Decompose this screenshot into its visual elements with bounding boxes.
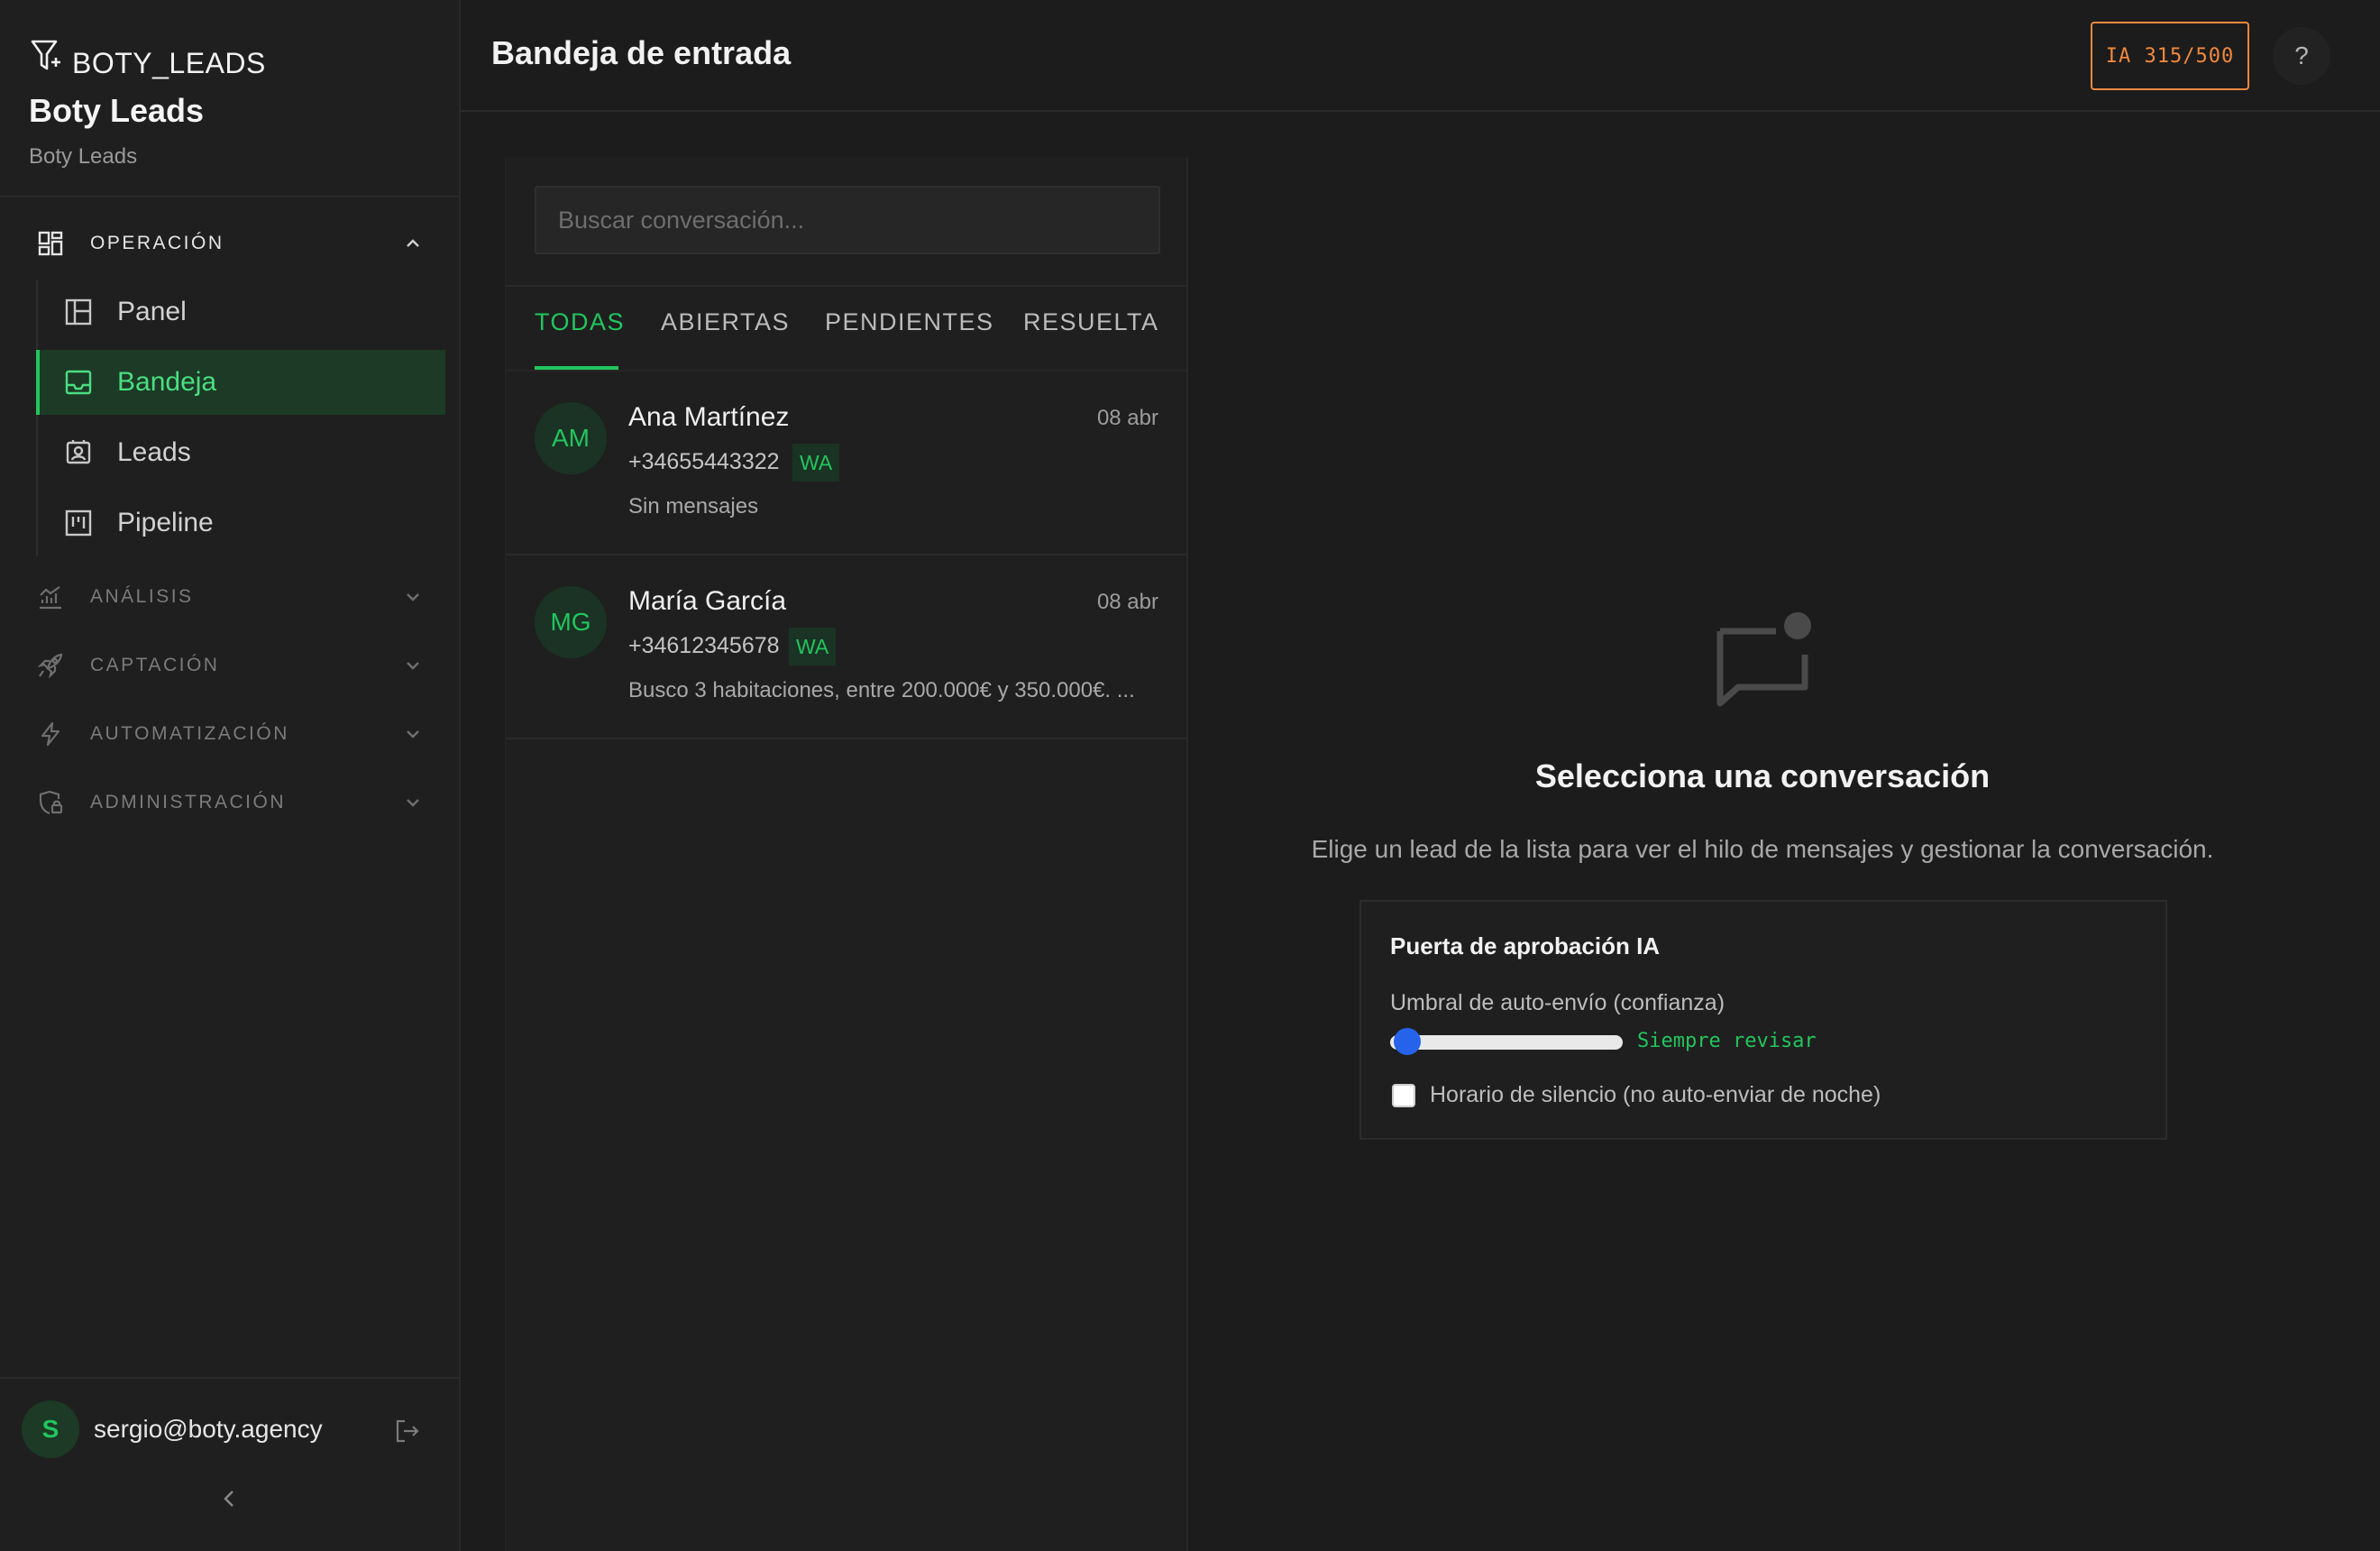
conversation-date: 08 abr [1096,406,1158,430]
rocket-icon [36,651,65,680]
dashboard-grid-icon [36,229,65,258]
brand-logo-text: BOTY_LEADS [72,47,266,79]
section-administracion[interactable]: ADMINISTRACIÓN [36,780,424,825]
page-title: Bandeja de entrada [491,34,792,71]
chevron-down-icon [407,799,419,807]
kanban-icon [63,508,94,538]
empty-state-description: Elige un lead de la lista para ver el hi… [1311,835,2214,863]
section-automatizacion[interactable]: AUTOMATIZACIÓN [36,711,424,757]
chevron-down-icon [407,730,419,739]
user-avatar[interactable]: S [22,1400,79,1458]
lead-name: Ana Martínez [628,402,790,432]
conversation-item[interactable]: MG María García 08 abr +34612345678 WA B… [506,555,1187,739]
tab-resueltas[interactable]: RESUELTAS [1023,308,1160,336]
sidebar-item-panel[interactable]: Panel [36,280,445,344]
inbox-icon [63,367,94,398]
threshold-slider-track[interactable] [1390,1035,1623,1050]
brand-block: BOTY_LEADS Boty Leads Boty Leads [0,0,459,197]
collapse-sidebar-icon[interactable] [216,1485,243,1512]
ai-approval-gate-card: Puerta de aprobación IA Umbral de auto-e… [1359,900,2167,1140]
chevron-down-icon [407,662,419,670]
tab-todas[interactable]: TODAS [535,308,625,336]
lead-phone: +34612345678 [628,633,780,658]
section-analisis[interactable]: ANÁLISIS [36,574,424,619]
sidebar-item-pipeline[interactable]: Pipeline [36,491,445,555]
chevron-up-icon [407,239,419,247]
section-label: AUTOMATIZACIÓN [90,723,289,744]
ia-quota-badge[interactable]: IA 315/500 [2091,22,2249,90]
lead-name: María García [628,586,787,616]
logout-icon[interactable] [393,1417,422,1445]
lead-avatar: MG [535,586,607,658]
funnel-logo-icon [31,40,60,70]
chat-notification-icon [1716,612,1811,707]
channel-badge: WA [789,628,837,665]
conversation-list-panel: TODAS ABIERTAS PENDIENTES RESUELTAS AM A… [505,157,1188,1551]
sidebar-item-leads[interactable]: Leads [36,420,445,485]
quiet-hours-label[interactable]: Horario de silencio (no auto-enviar de n… [1430,1082,1881,1108]
section-label: OPERACIÓN [90,233,224,253]
sidebar-item-label: Bandeja [117,367,217,397]
workspace-name: Boty Leads [29,92,205,129]
message-preview: Busco 3 habitaciones, entre 200.000€ y 3… [628,678,1135,702]
top-header: Bandeja de entrada IA 315/500 ? [461,0,2380,112]
threshold-label: Umbral de auto-envío (confianza) [1390,990,1726,1015]
section-operacion[interactable]: OPERACIÓN [36,221,424,266]
divider [506,285,1187,287]
sidebar-item-bandeja[interactable]: Bandeja [36,350,445,415]
section-label: CAPTACIÓN [90,655,220,675]
brand-logo[interactable]: BOTY_LEADS [29,31,459,78]
card-title: Puerta de aprobación IA [1390,932,1661,959]
chart-icon [36,583,65,611]
workspace-subtitle: Boty Leads [29,144,138,169]
contact-icon [63,437,94,468]
sidebar-item-label: Leads [117,437,191,467]
user-email: sergio@boty.agency [94,1415,323,1443]
channel-badge: WA [792,444,840,482]
lightning-icon [36,720,65,748]
tab-abiertas[interactable]: ABIERTAS [661,308,790,336]
threshold-slider-handle[interactable] [1394,1028,1421,1055]
empty-state-title: Selecciona una conversación [1534,757,1991,794]
sidebar-item-label: Panel [117,297,187,326]
chevron-down-icon [407,593,419,601]
threshold-value-text: Siempre revisar [1637,1030,1817,1052]
help-button[interactable]: ? [2273,27,2330,85]
conversation-item[interactable]: AM Ana Martínez 08 abr +34655443322 WA S… [506,372,1187,555]
user-bar: S sergio@boty.agency [0,1377,459,1551]
sidebar: BOTY_LEADS Boty Leads Boty Leads OPERACI… [0,0,461,1551]
shield-lock-icon [36,788,65,817]
lead-avatar: AM [535,402,607,474]
conversation-date: 08 abr [1096,590,1158,614]
lead-phone: +34655443322 [628,449,780,474]
quiet-hours-checkbox[interactable] [1392,1084,1415,1107]
section-label: ANÁLISIS [90,586,194,607]
section-captacion[interactable]: CAPTACIÓN [36,643,424,688]
search-input[interactable] [535,186,1160,254]
layout-icon [63,297,94,327]
section-label: ADMINISTRACIÓN [90,792,287,812]
sidebar-item-label: Pipeline [117,508,214,537]
message-preview: Sin mensajes [628,494,759,519]
tab-pendientes[interactable]: PENDIENTES [825,308,994,336]
filter-tabs: TODAS ABIERTAS PENDIENTES RESUELTAS [506,292,1160,373]
